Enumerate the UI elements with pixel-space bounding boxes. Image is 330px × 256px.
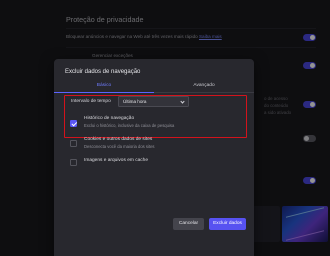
tab-advanced[interactable]: Avançado [154, 81, 254, 93]
cancel-button[interactable]: Cancelar [173, 218, 204, 230]
browsing-history-title: Histórico de navegação [84, 116, 135, 121]
cached-images-title: Imagens e arquivos em cache [84, 158, 148, 163]
cookies-title: Cookies e outros dados de sites [84, 137, 153, 142]
time-range-value: Última hora [123, 99, 147, 105]
browsing-history-checkbox[interactable] [70, 120, 77, 127]
cookies-subtitle: Desconecta você da maioria dos sites [84, 143, 155, 149]
clear-browsing-data-dialog: Excluir dados de navegação Básico Avança… [54, 59, 254, 256]
delete-data-button[interactable]: Excluir dados [209, 218, 246, 230]
tab-basic[interactable]: Básico [54, 81, 154, 93]
dialog-title: Excluir dados de navegação [65, 69, 141, 75]
dialog-tabs: Básico Avançado [54, 81, 254, 93]
time-range-select[interactable]: Última hora [118, 96, 189, 107]
chevron-down-icon [180, 99, 185, 104]
time-range-label: Intervalo de tempo [71, 99, 111, 104]
cached-images-checkbox[interactable] [70, 159, 77, 166]
cookies-checkbox[interactable] [70, 140, 77, 147]
browsing-history-subtitle: Exclui o histórico, inclusive da caixa d… [84, 123, 175, 128]
